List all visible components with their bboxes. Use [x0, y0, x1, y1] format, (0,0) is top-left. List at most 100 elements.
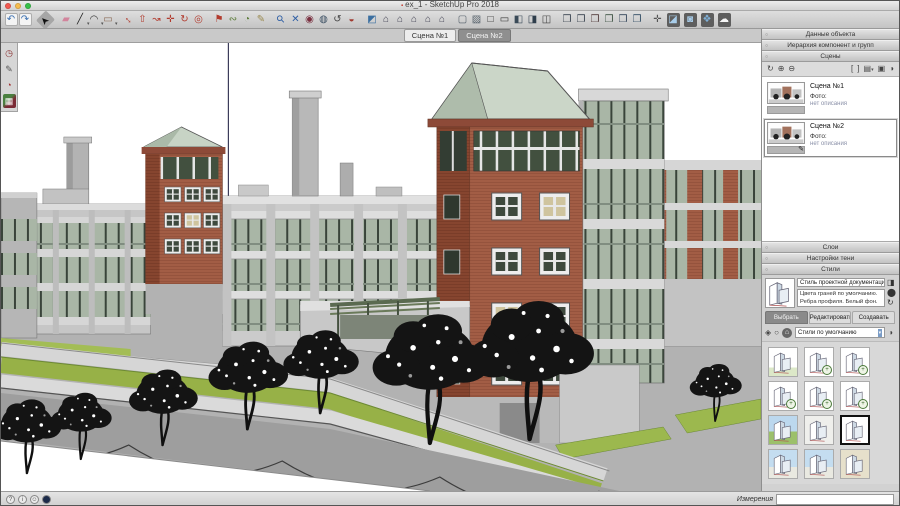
left-view-icon[interactable]: ⌂ [436, 13, 449, 27]
style-thumb-document[interactable] [840, 415, 870, 445]
right-view-icon[interactable]: ⌂ [408, 13, 421, 27]
styles-tab-select[interactable]: Выбрать [765, 311, 808, 324]
style-thumb-sky-1[interactable] [768, 449, 798, 479]
iso-view-icon[interactable]: ◩ [366, 13, 379, 27]
update-scene-icon[interactable]: ↻ [767, 65, 774, 73]
protractor-tool-icon[interactable]: ◔ [241, 13, 254, 27]
axes-tool-icon[interactable]: ⚑ [213, 13, 226, 27]
styles-collection-dropdown[interactable]: Стили по умолчанию ▾ [795, 327, 885, 338]
make-component-icon[interactable]: ❒ [561, 13, 574, 27]
component-options-icon[interactable]: ❐ [575, 13, 588, 27]
style-thumb-pencil-2[interactable] [804, 381, 834, 411]
top-view-icon[interactable]: ⌂ [380, 13, 393, 27]
move-scene-down-icon[interactable]: ] [857, 65, 859, 73]
solid-tools-icon[interactable]: ❒ [617, 13, 630, 27]
section-fill-toggle-icon[interactable]: ❖ [701, 13, 714, 27]
style-thumb-pencil-1[interactable] [768, 381, 798, 411]
xray-style-icon[interactable]: ▢ [456, 13, 469, 27]
help-icon[interactable]: ? [6, 495, 15, 504]
measurements-input[interactable] [776, 494, 894, 505]
tab-scene-1[interactable]: Сцена №1 [404, 29, 456, 42]
follow-me-tool-icon[interactable]: ↝ [150, 13, 163, 27]
style-thumb-sketchy[interactable] [804, 347, 834, 377]
remove-scene-icon[interactable]: ⊖ [788, 65, 795, 73]
move-tool-icon[interactable]: ✛ [164, 13, 177, 27]
style-drop-icon[interactable]: ⬤ [887, 289, 896, 297]
offset-tool-icon[interactable]: ◎ [192, 13, 205, 27]
Сцена №1[interactable]: Сцена №1 Фото: нет описания [764, 79, 897, 117]
style-nav-forward-icon[interactable]: ○ [774, 329, 779, 337]
scene-photo-slot[interactable] [767, 106, 805, 114]
shadow-clock-icon[interactable]: ◷ [3, 46, 16, 60]
materials-picker-icon[interactable]: ▦ [3, 94, 16, 108]
back-view-icon[interactable]: ⌂ [422, 13, 435, 27]
style-description-field[interactable]: Цвета граней по умолчанию. Ребра профиля… [797, 289, 885, 307]
shaded-style-icon[interactable]: ◧ [512, 13, 525, 27]
rectangle-tool-icon[interactable]: ▭ [102, 13, 115, 27]
redo-icon[interactable]: ↷ [19, 13, 32, 26]
arc-tool-icon[interactable]: ◠ [88, 13, 101, 27]
styles-tab-create[interactable]: Создавать [852, 311, 895, 324]
section-header-shadow-settings[interactable]: ○ Настройки тени [762, 253, 899, 264]
style-refresh-icon[interactable]: ↻ [887, 299, 896, 307]
push-pull-tool-icon[interactable]: ⇧ [136, 13, 149, 27]
style-thumb-pencil-3[interactable] [840, 381, 870, 411]
tab-scene-2[interactable]: Сцена №2 [458, 29, 510, 42]
section-header-scenes[interactable]: ○ Сцены [762, 51, 899, 62]
speed-dial-icon[interactable]: ◔ [3, 78, 16, 92]
section-header-hierarchy[interactable]: ○ Иерархия компонент и групп [762, 40, 899, 51]
style-home-icon[interactable]: ⌂ [782, 328, 792, 338]
previous-view-icon[interactable]: ↺ [331, 13, 344, 27]
info-icon[interactable]: i [18, 495, 27, 504]
style-badge-icon[interactable]: ◨ [887, 279, 896, 287]
edit-component-icon[interactable]: ❒ [589, 13, 602, 27]
style-thumb-default[interactable] [768, 347, 798, 377]
line-tool-icon[interactable]: ╱ [74, 13, 87, 27]
scene-photo-slot[interactable] [767, 146, 805, 154]
section-plane-toggle-icon[interactable]: ◪ [667, 13, 680, 27]
section-cuts-toggle-icon[interactable]: ◙ [684, 13, 697, 27]
style-thumb-marker[interactable] [840, 347, 870, 377]
style-thumb-sky-2[interactable] [804, 449, 834, 479]
style-name-field[interactable]: Стиль проектной документации [797, 278, 885, 287]
pan-tool-icon[interactable]: ◍ [317, 13, 330, 27]
scene-lock-icon[interactable]: ▣ [878, 65, 886, 73]
sketch-angle-icon[interactable]: ✎ [3, 62, 16, 76]
textured-style-icon[interactable]: ◨ [526, 13, 539, 27]
style-thumb-sky-ground[interactable] [768, 415, 798, 445]
tape-measure-tool-icon[interactable]: ∾ [227, 13, 240, 27]
section-header-styles[interactable]: ○ Стили [762, 264, 899, 275]
text-tool-icon[interactable]: ✎ [255, 13, 268, 27]
orbit-tool-icon[interactable]: ◉ [303, 13, 316, 27]
shadows-toggle-icon[interactable]: ☁ [718, 13, 731, 27]
component-browser-icon[interactable]: ❐ [603, 13, 616, 27]
front-view-icon[interactable]: ⌂ [394, 13, 407, 27]
select-tool-icon[interactable]: ➤ [36, 11, 55, 29]
hidden-line-style-icon[interactable]: ▭ [498, 13, 511, 27]
style-detail-icon[interactable]: ◑ [888, 329, 893, 337]
styles-tab-edit[interactable]: Редактировать [809, 311, 852, 324]
view-options-icon[interactable]: ▤ [864, 65, 874, 73]
back-edges-style-icon[interactable]: ▨ [470, 13, 483, 27]
outer-shell-icon[interactable]: ❐ [631, 13, 644, 27]
eraser-tool-icon[interactable]: ▰ [60, 13, 73, 27]
style-nav-back-icon[interactable]: ◈ [765, 329, 771, 337]
wireframe-style-icon[interactable]: □ [484, 13, 497, 27]
section-header-object-data[interactable]: ○ Данные объекта [762, 29, 899, 40]
move-scene-up-icon[interactable]: [ [851, 65, 853, 73]
monochrome-style-icon[interactable]: ◫ [540, 13, 553, 27]
rotate-tool-icon[interactable]: ↻ [178, 13, 191, 27]
section-header-layers[interactable]: ○ Слои [762, 242, 899, 253]
geolocation-icon[interactable] [42, 495, 51, 504]
style-thumb-beige[interactable] [840, 449, 870, 479]
Сцена №2[interactable]: Сцена №2 Фото: нет описания [764, 119, 897, 157]
style-thumb-pale[interactable] [804, 415, 834, 445]
add-scene-icon[interactable]: ⊕ [778, 65, 785, 73]
position-camera-icon[interactable]: ◒ [345, 13, 358, 27]
axes-display-icon[interactable]: ✛ [651, 13, 664, 27]
scene-visibility-icon[interactable]: ◑ [889, 65, 894, 73]
undo-icon[interactable]: ↶ [5, 13, 18, 26]
zoom-extents-icon[interactable]: ✕ [289, 13, 302, 27]
model-viewport[interactable]: ◷ ✎ ◔ ▦ [1, 43, 761, 491]
user-icon[interactable]: ☺ [30, 495, 39, 504]
